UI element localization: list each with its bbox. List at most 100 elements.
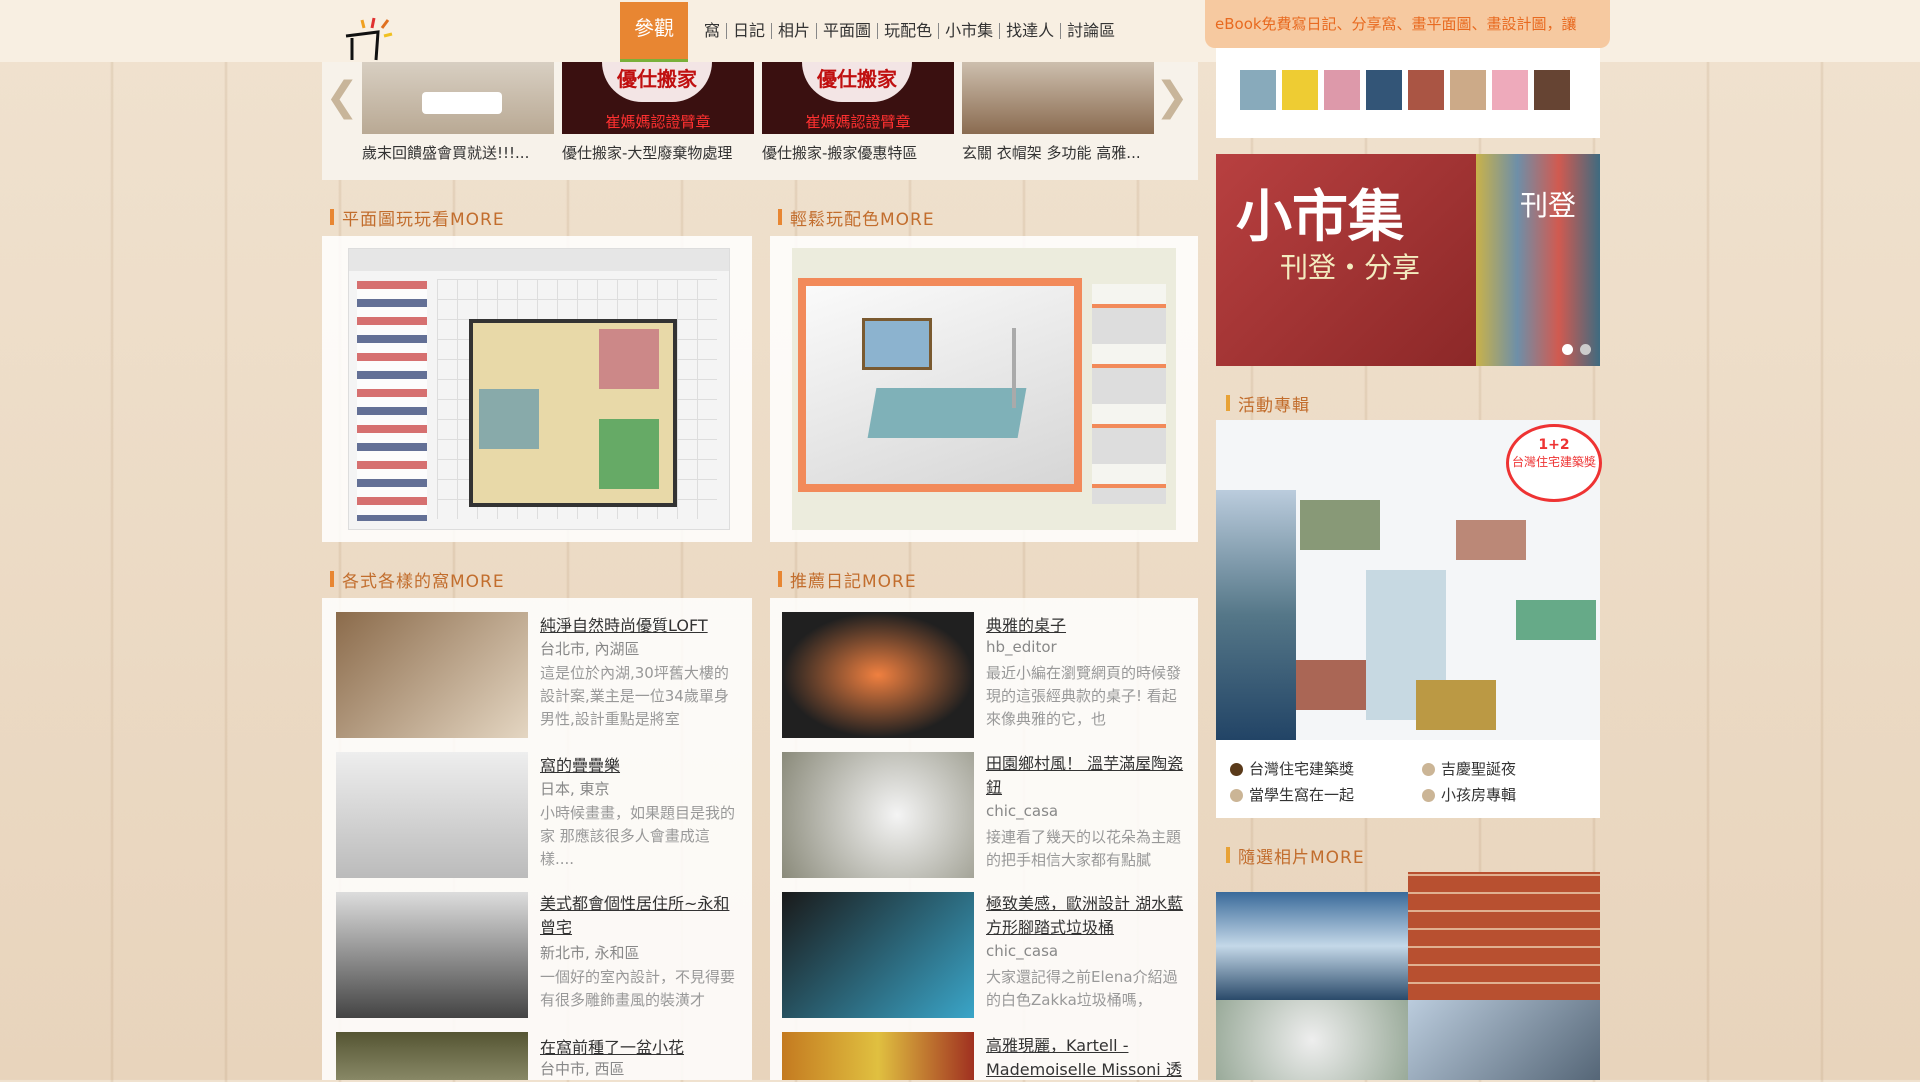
award-badge-name: 台灣住宅建築獎 xyxy=(1511,455,1596,469)
home-thumb[interactable] xyxy=(336,752,528,878)
diary-author[interactable]: chic_casa xyxy=(986,942,1058,960)
diary-author[interactable]: hb_editor xyxy=(986,638,1057,656)
avatar[interactable] xyxy=(1240,70,1276,110)
section-title-events[interactable]: 活動專輯 xyxy=(1226,386,1310,420)
bullet-icon xyxy=(1230,763,1243,776)
avatar[interactable] xyxy=(1408,70,1444,110)
badge-logo: 優仕搬家 xyxy=(802,62,912,102)
nav-market[interactable]: 小市集 xyxy=(938,23,999,39)
events-map-image[interactable]: 1+2 台灣住宅建築獎 xyxy=(1216,420,1602,740)
event-link-label: 吉慶聖誕夜 xyxy=(1441,760,1517,778)
home-location: 台北市, 內湖區 xyxy=(540,640,640,658)
bullet-icon xyxy=(1422,763,1435,776)
event-link-label: 當學生窩在一起 xyxy=(1249,786,1355,804)
banner-dot-1[interactable] xyxy=(1562,344,1573,355)
avatar[interactable] xyxy=(1492,70,1528,110)
avatar[interactable] xyxy=(1282,70,1318,110)
main-nav: 參觀 窩 日記 相片 平面圖 玩配色 小市集 找達人 討論區 xyxy=(620,0,1121,67)
nav-diary[interactable]: 日記 xyxy=(726,23,771,39)
photo-thumb[interactable] xyxy=(1216,892,1408,1000)
diary-title[interactable]: 高雅現麗，Kartell - Mademoiselle Missoni 透 xyxy=(986,1034,1186,1082)
home-location: 日本, 東京 xyxy=(540,780,610,798)
promo-caption-4[interactable]: 玄關 衣帽架 多功能 高雅... xyxy=(962,142,1162,163)
homes-list: 純淨自然時尚優質LOFT 台北市, 內湖區 這是位於內湖,30坪舊大樓的設計案,… xyxy=(322,598,752,1080)
event-link-1[interactable]: 台灣住宅建築獎 xyxy=(1230,758,1354,779)
event-link-4[interactable]: 小孩房專輯 xyxy=(1422,784,1516,805)
nav-experts[interactable]: 找達人 xyxy=(999,23,1060,39)
nav-forum[interactable]: 討論區 xyxy=(1060,23,1121,39)
home-title[interactable]: 美式都會個性居住所~永和曾宅 xyxy=(540,892,740,940)
badge-subtitle: 崔媽媽認證臂章 xyxy=(605,113,711,131)
diary-desc: 最近小編在瀏覽網頁的時候發現的這張經典款的桌子! 看起來像典雅的它，也 xyxy=(986,664,1182,728)
section-title-photos[interactable]: 隨選相片MORE xyxy=(1226,838,1365,872)
nav-home[interactable]: 窩 xyxy=(698,23,726,39)
home-title[interactable]: 純淨自然時尚優質LOFT xyxy=(540,612,708,636)
diary-thumb[interactable] xyxy=(782,612,974,738)
nav-floorplan[interactable]: 平面圖 xyxy=(816,23,877,39)
section-title-diary[interactable]: 推薦日記MORE xyxy=(778,562,917,596)
diary-title[interactable]: 田園鄉村風！ 溫芋滿屋陶瓷鈕 xyxy=(986,752,1186,800)
home-title[interactable]: 窩的疊疊樂 xyxy=(540,752,620,776)
event-link-3[interactable]: 當學生窩在一起 xyxy=(1230,784,1354,805)
events-panel: 1+2 台灣住宅建築獎 台灣住宅建築獎 吉慶聖誕夜 當學生窩在一起 小孩房專輯 xyxy=(1216,420,1602,818)
nav-visit[interactable]: 參觀 xyxy=(620,1,688,67)
home-thumb[interactable] xyxy=(336,1032,528,1080)
promo-caption-3[interactable]: 優仕搬家-搬家優惠特區 xyxy=(762,142,962,163)
home-desc: 小時候畫畫，如果題目是我的家 那應該很多人會畫成這樣.... xyxy=(540,804,736,868)
bullet-icon xyxy=(1230,789,1243,802)
section-title-color[interactable]: 輕鬆玩配色MORE xyxy=(778,200,935,234)
diary-title[interactable]: 典雅的桌子 xyxy=(986,612,1066,636)
event-link-label: 小孩房專輯 xyxy=(1441,786,1517,804)
market-banner-title: 小市集 xyxy=(1236,185,1404,250)
floorplan-preview[interactable] xyxy=(348,248,730,530)
home-location: 新北市, 永和區 xyxy=(540,944,640,962)
carousel-prev-icon[interactable]: ❮ xyxy=(322,72,362,122)
event-link-label: 台灣住宅建築獎 xyxy=(1249,760,1355,778)
random-photos xyxy=(1216,872,1600,1080)
promo-thumb-4[interactable] xyxy=(962,62,1154,134)
member-avatars-box xyxy=(1216,48,1600,138)
home-thumb[interactable] xyxy=(336,892,528,1018)
promo-caption-2[interactable]: 優仕搬家-大型廢棄物處理 xyxy=(562,142,762,163)
promo-thumb-1[interactable] xyxy=(362,62,554,134)
diary-thumb[interactable] xyxy=(782,892,974,1018)
photo-thumb[interactable] xyxy=(1216,1000,1408,1080)
diary-thumb[interactable] xyxy=(782,1032,974,1080)
avatar[interactable] xyxy=(1450,70,1486,110)
avatar[interactable] xyxy=(1534,70,1570,110)
home-location: 台中市, 西區 xyxy=(540,1060,625,1078)
carousel-next-icon[interactable]: ❯ xyxy=(1152,72,1192,122)
site-logo[interactable] xyxy=(340,14,410,64)
color-panel[interactable] xyxy=(770,236,1198,542)
market-banner-subtitle: 刊登・分享 xyxy=(1280,251,1421,284)
event-link-2[interactable]: 吉慶聖誕夜 xyxy=(1422,758,1516,779)
banner-dot-2[interactable] xyxy=(1580,344,1591,355)
home-desc: 這是位於內湖,30坪舊大樓的設計案,業主是一位34歲單身男性,設計重點是將室 xyxy=(540,664,729,728)
nav-color[interactable]: 玩配色 xyxy=(877,23,938,39)
home-thumb[interactable] xyxy=(336,612,528,738)
market-banner[interactable]: 小市集 刊登・分享 刊登 xyxy=(1216,154,1600,366)
photo-thumb[interactable] xyxy=(1408,872,1600,1000)
announcement-bar[interactable]: eBook免費寫日記、分享窩、畫平面圖、畫設計圖，讓 xyxy=(1205,0,1610,48)
promo-caption-1[interactable]: 歲末回饋盛會買就送!!!... xyxy=(362,142,562,163)
avatar-strip xyxy=(1240,70,1570,110)
diary-desc: 大家還記得之前Elena介紹過的白色Zakka垃圾桶嗎， xyxy=(986,968,1178,1009)
photo-thumb[interactable] xyxy=(1408,1000,1600,1080)
home-desc: 一個好的室內設計，不見得要有很多雕飾畫風的裝潢才 xyxy=(540,968,736,1009)
diary-list: 典雅的桌子 hb_editor 最近小編在瀏覽網頁的時候發現的這張經典款的桌子!… xyxy=(770,598,1198,1080)
floorplan-panel[interactable] xyxy=(322,236,752,542)
nav-photos[interactable]: 相片 xyxy=(771,23,816,39)
promo-thumb-2[interactable]: 優仕搬家 崔媽媽認證臂章 xyxy=(562,62,754,134)
diary-desc: 接連看了幾天的以花朵為主題的把手相信大家都有點膩 xyxy=(986,828,1182,869)
diary-author[interactable]: chic_casa xyxy=(986,802,1058,820)
diary-thumb[interactable] xyxy=(782,752,974,878)
section-title-homes[interactable]: 各式各樣的窩MORE xyxy=(330,562,505,596)
avatar[interactable] xyxy=(1324,70,1360,110)
award-badge-top: 1+2 xyxy=(1538,437,1570,453)
avatar[interactable] xyxy=(1366,70,1402,110)
section-title-floorplan[interactable]: 平面圖玩玩看MORE xyxy=(330,200,505,234)
color-preview[interactable] xyxy=(792,248,1176,530)
diary-title[interactable]: 極致美感，歐洲設計 湖水藍方形腳踏式垃圾桶 xyxy=(986,892,1186,940)
promo-thumb-3[interactable]: 優仕搬家 崔媽媽認證臂章 xyxy=(762,62,954,134)
home-title[interactable]: 在窩前種了一盆小花 xyxy=(540,1034,684,1058)
